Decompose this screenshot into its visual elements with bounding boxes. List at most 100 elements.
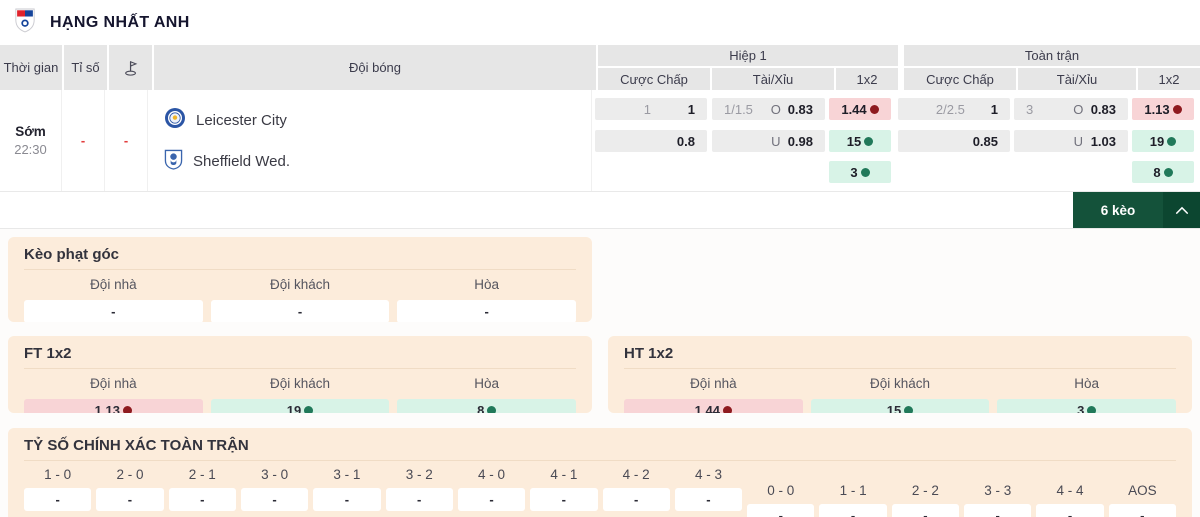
ht-1x2-card: HT 1x2 Đội nhà 1.44 Đội khách 15 Hòa 3 <box>608 336 1192 413</box>
away-team-name[interactable]: Sheffield Wed. <box>193 153 290 170</box>
home-team-badge-icon <box>164 107 186 134</box>
ht-card-away-label: Đội khách <box>869 376 931 391</box>
ft-over-value: 0.83 <box>1090 101 1116 117</box>
corner-draw-label: Hòa <box>474 277 500 292</box>
score-odds-4-4[interactable]: - <box>1036 504 1104 517</box>
score-odds-2-0[interactable]: - <box>96 488 164 511</box>
ft-handicap-away-value: 0.85 <box>972 133 998 149</box>
score-odds-4-2[interactable]: - <box>602 488 670 511</box>
ft-over-odds[interactable]: 3 O 0.83 <box>1014 98 1128 120</box>
score-column-2-1: 2 - 1 - - <box>168 467 236 517</box>
score-odds-4-3[interactable]: - <box>674 488 743 511</box>
h1-1x2-home-odds[interactable]: 1.44 <box>829 98 891 120</box>
ft-card-home-odds[interactable]: 1.13 <box>24 399 203 413</box>
h1-1x2-draw-odds[interactable]: 3 <box>829 161 891 183</box>
score-odds-3-0[interactable]: - <box>240 488 309 511</box>
match-teams-cell: Leicester City Sheffield Wed. <box>148 90 592 191</box>
league-header: HẠNG NHẤT ANH <box>0 0 1200 45</box>
home-dot-icon <box>1172 104 1182 114</box>
corner-home-label: Đội nhà <box>90 277 137 292</box>
ft-ou-line: 3 <box>1026 101 1034 117</box>
score-odds-1-1[interactable]: - <box>819 504 887 517</box>
score-label: 2 - 2 <box>911 483 939 498</box>
score-odds-4-1[interactable]: - <box>530 488 598 511</box>
score-odds-3-2[interactable]: - <box>385 488 453 511</box>
draw-dot-icon <box>487 406 497 413</box>
ft-card-away-odds[interactable]: 19 <box>210 399 390 413</box>
corner-home-odds[interactable]: - <box>24 300 203 322</box>
subheader-h1-1x2: 1x2 <box>836 68 898 90</box>
ht-card-home-odds[interactable]: 1.44 <box>624 399 803 413</box>
score-odds-3-1[interactable]: - <box>313 488 381 511</box>
corner-away-odds[interactable]: - <box>210 300 390 322</box>
score-label: 3 - 1 <box>333 467 361 482</box>
ft-1x2-home-odds[interactable]: 1.13 <box>1132 98 1194 120</box>
corner-draw-odds[interactable]: - <box>397 300 577 322</box>
h1-over-odds[interactable]: 1/1.5 O 0.83 <box>712 98 825 120</box>
ft-card-draw-odds[interactable]: 8 <box>397 399 577 413</box>
ht-card-home-label: Đội nhà <box>690 376 737 391</box>
score-odds-aos[interactable]: - <box>1108 504 1176 517</box>
ht-card-draw-label: Hòa <box>1074 376 1100 391</box>
draw-dot-icon <box>1087 406 1097 413</box>
subheader-ft-1x2: 1x2 <box>1138 68 1200 90</box>
score-odds-1-0[interactable]: - <box>24 488 92 511</box>
home-team-row[interactable]: Leicester City <box>164 107 287 134</box>
score-label: 0 - 0 <box>767 483 795 498</box>
chevron-up-icon[interactable] <box>1163 192 1200 228</box>
h1-under-odds[interactable]: U 0.98 <box>712 130 825 152</box>
h1-handicap-away-odds[interactable]: 0.8 <box>595 130 707 152</box>
score-label: 2 - 0 <box>116 467 144 482</box>
ft-under-odds[interactable]: U 1.03 <box>1014 130 1128 152</box>
odds-table-header: Thời gian Tỉ số Đội bóng Hiệp 1 Cược Chấ… <box>0 45 1200 90</box>
score-odds-0-0[interactable]: - <box>747 504 815 517</box>
ft-1x2-away-value: 19 <box>1149 133 1165 149</box>
ft-card-home-label: Đội nhà <box>90 376 137 391</box>
score-label: 3 - 3 <box>984 483 1012 498</box>
home-team-name[interactable]: Leicester City <box>196 112 287 129</box>
ht-card-title: HT 1x2 <box>624 345 1176 369</box>
extra-odds-section: Kèo phạt góc Đội nhà - Đội khách - Hòa -… <box>0 229 1200 517</box>
league-title: HẠNG NHẤT ANH <box>50 13 190 31</box>
score-odds-3-3[interactable]: - <box>964 504 1032 517</box>
score-label: 3 - 0 <box>261 467 289 482</box>
ht-card-away-odds[interactable]: 15 <box>810 399 990 413</box>
ft-under-label: U <box>1073 133 1084 149</box>
score-odds-2-1[interactable]: - <box>168 488 236 511</box>
away-team-badge-icon <box>164 149 183 175</box>
home-dot-icon <box>122 406 132 413</box>
match-score-cell: - <box>62 90 105 191</box>
score-label: AOS <box>1128 483 1157 498</box>
h1-1x2-draw-value: 3 <box>850 164 858 180</box>
score-label: 4 - 3 <box>694 467 722 482</box>
score-label: 4 - 0 <box>478 467 506 482</box>
column-header-time: Thời gian <box>0 45 62 90</box>
match-time-value: 22:30 <box>14 142 47 157</box>
away-dot-icon <box>864 136 874 146</box>
ft-1x2-away-odds[interactable]: 19 <box>1132 130 1194 152</box>
match-odds-area: 1 1 0.8 1/1.5 O 0.83 U 0.98 1.44 15 3 2/… <box>592 90 1200 191</box>
ft-handicap-away-odds[interactable]: 0.85 <box>898 130 1010 152</box>
correct-score-title: TỶ SỐ CHÍNH XÁC TOÀN TRẬN <box>24 437 1176 461</box>
score-odds-2-2[interactable]: - <box>891 504 960 517</box>
ft-1x2-draw-value: 8 <box>1153 164 1161 180</box>
score-column-2-2: 2 - 2 - <box>891 467 960 517</box>
draw-dot-icon <box>1163 167 1173 177</box>
home-dot-icon <box>869 104 879 114</box>
home-dot-icon <box>722 406 732 413</box>
ft-card-draw-label: Hòa <box>474 376 500 391</box>
betting-page: HẠNG NHẤT ANH Thời gian Tỉ số Đội bóng H… <box>0 0 1200 517</box>
correct-score-card: TỶ SỐ CHÍNH XÁC TOÀN TRẬN 1 - 0 - - 2 - … <box>8 428 1192 517</box>
ft-handicap-home-odds[interactable]: 2/2.5 1 <box>898 98 1010 120</box>
score-odds-4-0[interactable]: - <box>457 488 526 511</box>
subheader-h1-overunder: Tài/Xỉu <box>712 68 834 90</box>
h1-1x2-away-odds[interactable]: 15 <box>829 130 891 152</box>
more-odds-label: 6 kèo <box>1100 202 1136 218</box>
ft-1x2-draw-odds[interactable]: 8 <box>1132 161 1194 183</box>
h1-handicap-home-odds[interactable]: 1 1 <box>595 98 707 120</box>
away-team-row[interactable]: Sheffield Wed. <box>164 149 290 175</box>
h1-over-value: 0.83 <box>787 101 813 117</box>
more-odds-toggle[interactable]: 6 kèo <box>1073 192 1200 228</box>
ht-card-draw-odds[interactable]: 3 <box>997 399 1177 413</box>
match-time-label: Sớm <box>15 124 46 139</box>
